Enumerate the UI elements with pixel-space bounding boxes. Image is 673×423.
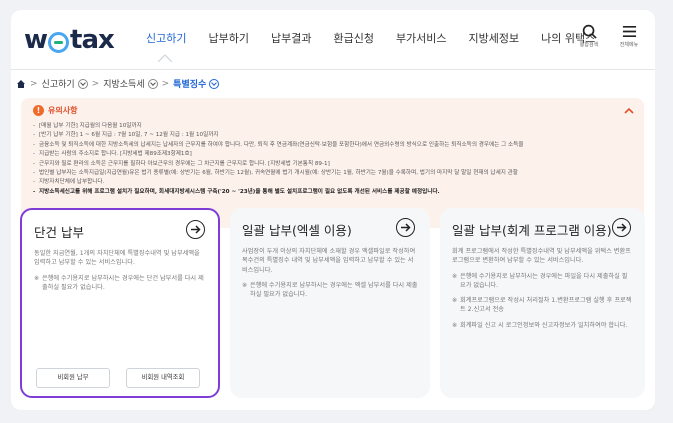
card-bulk-excel[interactable]: 일괄 납부(엑셀 이용) 사업장이 두개 이상의 자치단체에 소재할 경우 엑셀…	[230, 208, 430, 398]
notice-item: 지급받는 사람의 주소지로 합니다. [지방세법 제89조제3항제1호]	[33, 150, 632, 160]
logo-e-mark	[48, 31, 70, 53]
breadcrumb-item[interactable]: 지방소득세	[103, 77, 144, 90]
card-note: 은행에 수기용지로 납부하시는 경우에는 파일을 다시 제출하실 필요가 없습니…	[452, 272, 633, 291]
wetax-logo[interactable]: w tax	[24, 25, 115, 55]
guest-pay-button[interactable]: 비회원 납부	[36, 368, 110, 388]
nav-item-pay-result[interactable]: 납부결과	[271, 30, 311, 46]
card-title: 일괄 납부(회계 프로그램 이용)	[452, 223, 612, 238]
nav-item-extra-services[interactable]: 부가서비스	[396, 30, 447, 46]
header: w tax 신고하기 납부하기 납부결과 환급신청 부가서비스 지방세정보 나의 …	[11, 10, 655, 68]
home-icon[interactable]	[16, 79, 26, 89]
card-title: 단건 납부	[34, 225, 84, 240]
card-description: 사업장이 두개 이상의 자치단체에 소재할 경우 엑셀파일로 작성하여 복수건의…	[242, 248, 416, 274]
logo-text-left: w	[24, 25, 48, 55]
card-note: 회계프로그램으로 작성시 처리절차 1.변환프로그램 실행 후 프로젝트 2.신…	[452, 296, 633, 315]
arrow-right-icon[interactable]	[396, 218, 415, 237]
nav-item-local-tax-info[interactable]: 지방세정보	[469, 30, 520, 46]
card-note: 은행에 수기용지로 납부하시는 경우에는 단건 납부서를 다시 제출하실 필요가…	[34, 274, 206, 293]
main-nav: 신고하기 납부하기 납부결과 환급신청 부가서비스 지방세정보 나의 위택스	[146, 30, 617, 46]
menu-icon	[622, 25, 636, 38]
logo-text-right: tax	[70, 25, 115, 55]
nav-item-refund[interactable]: 환급신청	[333, 30, 373, 46]
header-icons: 통합검색 전체메뉴	[574, 24, 644, 48]
arrow-right-icon[interactable]	[186, 220, 205, 239]
guest-history-button[interactable]: 비회원 내역조회	[126, 368, 200, 388]
breadcrumb-separator: >	[30, 78, 38, 89]
chevron-down-icon[interactable]	[77, 78, 88, 89]
search-icon	[582, 24, 597, 39]
search-button[interactable]: 통합검색	[574, 24, 604, 48]
card-bulk-accounting[interactable]: 일괄 납부(회계 프로그램 이용) 회계 프로그램에서 작성한 특별징수내역 및…	[440, 208, 645, 398]
notice-title-text: 유의사항	[48, 106, 78, 115]
arrow-right-icon[interactable]	[612, 218, 631, 237]
menu-label: 전체메뉴	[619, 42, 639, 48]
menu-button[interactable]: 전체메뉴	[614, 24, 644, 48]
card-note: 회계파일 신고 시 로그인정보와 신고자정보가 일치하여야 합니다.	[452, 321, 633, 331]
header-divider	[11, 69, 655, 70]
chevron-down-icon[interactable]	[147, 78, 158, 89]
page-frame: w tax 신고하기 납부하기 납부결과 환급신청 부가서비스 지방세정보 나의 …	[11, 10, 655, 410]
breadcrumb-separator: >	[91, 78, 100, 89]
notice-item: 법인별 납부자는 소득지급일(지급연월)유은 법기 종류별(예: 상반기는 6월…	[33, 169, 632, 179]
warning-icon: !	[33, 105, 44, 116]
search-label: 통합검색	[579, 42, 599, 48]
notice-item: [반기 납부 기한] 1 ~ 6월 지급 : 7월 10일, 7 ~ 12월 지…	[33, 131, 632, 141]
notice-item: [매월 납부 기한] 지급월의 다음월 10일까지	[33, 122, 632, 132]
notice-item: 근무지와 필로 편라의 소득은 근무지를 필하다 아보근무의 경우에는 그 차근…	[33, 160, 632, 170]
nav-item-report[interactable]: 신고하기	[146, 30, 186, 46]
card-title: 일괄 납부(엑셀 이용)	[242, 223, 352, 238]
notice-item-important: 지방소득세신고를 위해 프로그램 설치가 필요하며, 회세대지방세시스템 구축(…	[33, 188, 632, 198]
card-single-payment[interactable]: 단건 납부 동일한 지급연월, 1개의 자치단체에 특별징수내역 및 납부세액을…	[20, 208, 220, 398]
nav-item-pay[interactable]: 납부하기	[208, 30, 248, 46]
breadcrumb-current[interactable]: 특별징수	[173, 77, 206, 90]
notice-title: ! 유의사항	[33, 105, 632, 116]
active-tab-caret	[158, 54, 172, 62]
breadcrumb-separator: >	[161, 78, 170, 89]
notice-list: [매월 납부 기한] 지급월의 다음월 10일까지 [반기 납부 기한] 1 ~…	[33, 122, 632, 198]
collapse-chevron-up-icon[interactable]	[624, 106, 634, 116]
notice-item: 금융소득 및 퇴직소득에 대한 지방소득세의 납세지는 납세자의 근무지를 하여…	[33, 141, 632, 151]
card-description: 동일한 지급연월, 1개의 자치단체에 특별징수내역 및 납부세액을 입력하고 …	[34, 250, 200, 267]
chevron-down-icon[interactable]	[209, 78, 220, 89]
notice-item: 지방자치단체에 납부합니다.	[33, 178, 632, 188]
breadcrumb: > 신고하기 > 지방소득세 > 특별징수	[16, 77, 220, 90]
card-note: 은행에 수기용지로 납부하시는 경우에는 엑셀 납부서를 다시 제출하실 필요가…	[242, 281, 418, 300]
card-description: 회계 프로그램에서 작성한 특별징수내역 및 납부세액을 위택스 변환프로그램으…	[452, 248, 631, 265]
breadcrumb-item[interactable]: 신고하기	[42, 77, 75, 90]
